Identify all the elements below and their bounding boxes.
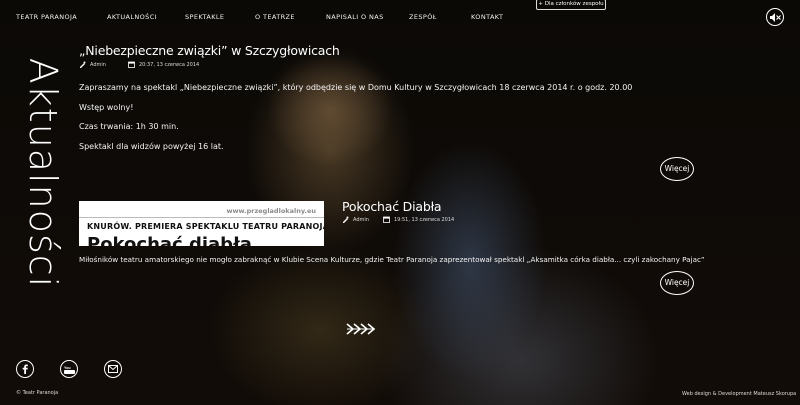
sound-mute-icon xyxy=(769,12,781,22)
member-login-link[interactable]: + Dla członków zespołu xyxy=(536,0,606,10)
post-paragraph: Zapraszamy na spektakl „Niebezpieczne zw… xyxy=(79,83,633,92)
youtube-button[interactable]: You xyxy=(60,360,78,378)
post-date: 19:51, 13 czerwca 2014 xyxy=(393,216,455,223)
next-page-button[interactable] xyxy=(345,321,379,340)
credits-text[interactable]: Web design & Development Mateusz Skorupa xyxy=(682,391,796,397)
nav-item-kontakt[interactable]: KONTAKT xyxy=(471,13,503,21)
sound-toggle-button[interactable] xyxy=(766,8,784,26)
post-date: 20:37, 13 czerwca 2014 xyxy=(138,61,200,68)
mail-button[interactable] xyxy=(104,360,122,378)
thumbnail-big-title: Pokochać diabła xyxy=(87,234,252,246)
nav-item-zespol[interactable]: ZESPÓŁ xyxy=(409,13,437,21)
post-title[interactable]: Pokochać Diabła xyxy=(342,199,442,214)
nav-item-spektakle[interactable]: SPEKTAKLE xyxy=(185,13,224,21)
nav-item-teatr[interactable]: TEATR PARANOJA xyxy=(16,13,77,21)
more-button[interactable]: Więcej xyxy=(660,157,694,181)
post-paragraph: Spektakl dla widzów powyżej 16 lat. xyxy=(79,142,224,151)
nav-item-napisali[interactable]: NAPISALI O NAS xyxy=(326,13,384,21)
more-button[interactable]: Więcej xyxy=(660,271,694,295)
post-meta: Admin 19:51, 13 czerwca 2014 xyxy=(342,216,454,223)
post-author: Admin xyxy=(90,61,106,68)
calendar-icon xyxy=(128,61,135,68)
svg-text:You: You xyxy=(64,366,71,370)
main-nav: TEATR PARANOJA AKTUALNOŚCI SPEKTAKLE O T… xyxy=(0,13,800,27)
post-title[interactable]: „Niebezpieczne związki” w Szczygłowicach xyxy=(79,43,340,58)
youtube-icon: You xyxy=(63,366,75,374)
nav-item-o-teatrze[interactable]: O TEATRZE xyxy=(255,13,295,21)
copyright-text: © Teatr Paranoja xyxy=(16,390,59,396)
post-excerpt: Miłośników teatru amatorskiego nie mogło… xyxy=(79,255,705,264)
post-paragraph: Czas trwania: 1h 30 min. xyxy=(79,122,179,131)
post-thumbnail[interactable]: www.przegladlokalny.eu KNURÓW. PREMIERA … xyxy=(79,201,324,246)
mail-icon xyxy=(108,365,118,373)
calendar-icon xyxy=(383,216,390,223)
thumbnail-site: www.przegladlokalny.eu xyxy=(226,207,316,215)
post-paragraph: Wstęp wolny! xyxy=(79,103,134,112)
section-title-text: Aktualności xyxy=(21,57,65,289)
post-author: Admin xyxy=(353,216,369,223)
section-title: Aktualności xyxy=(18,48,68,298)
thumbnail-divider xyxy=(79,217,324,218)
post-meta: Admin 20:37, 13 czerwca 2014 xyxy=(79,61,199,68)
facebook-button[interactable] xyxy=(16,360,34,378)
user-icon xyxy=(343,216,349,223)
facebook-icon xyxy=(22,364,28,374)
double-arrow-right-icon xyxy=(346,323,376,335)
nav-item-aktualnosci[interactable]: AKTUALNOŚCI xyxy=(107,13,157,21)
user-icon xyxy=(80,61,86,68)
thumbnail-heading: KNURÓW. PREMIERA SPEKTAKLU TEATRU PARANO… xyxy=(87,222,324,231)
